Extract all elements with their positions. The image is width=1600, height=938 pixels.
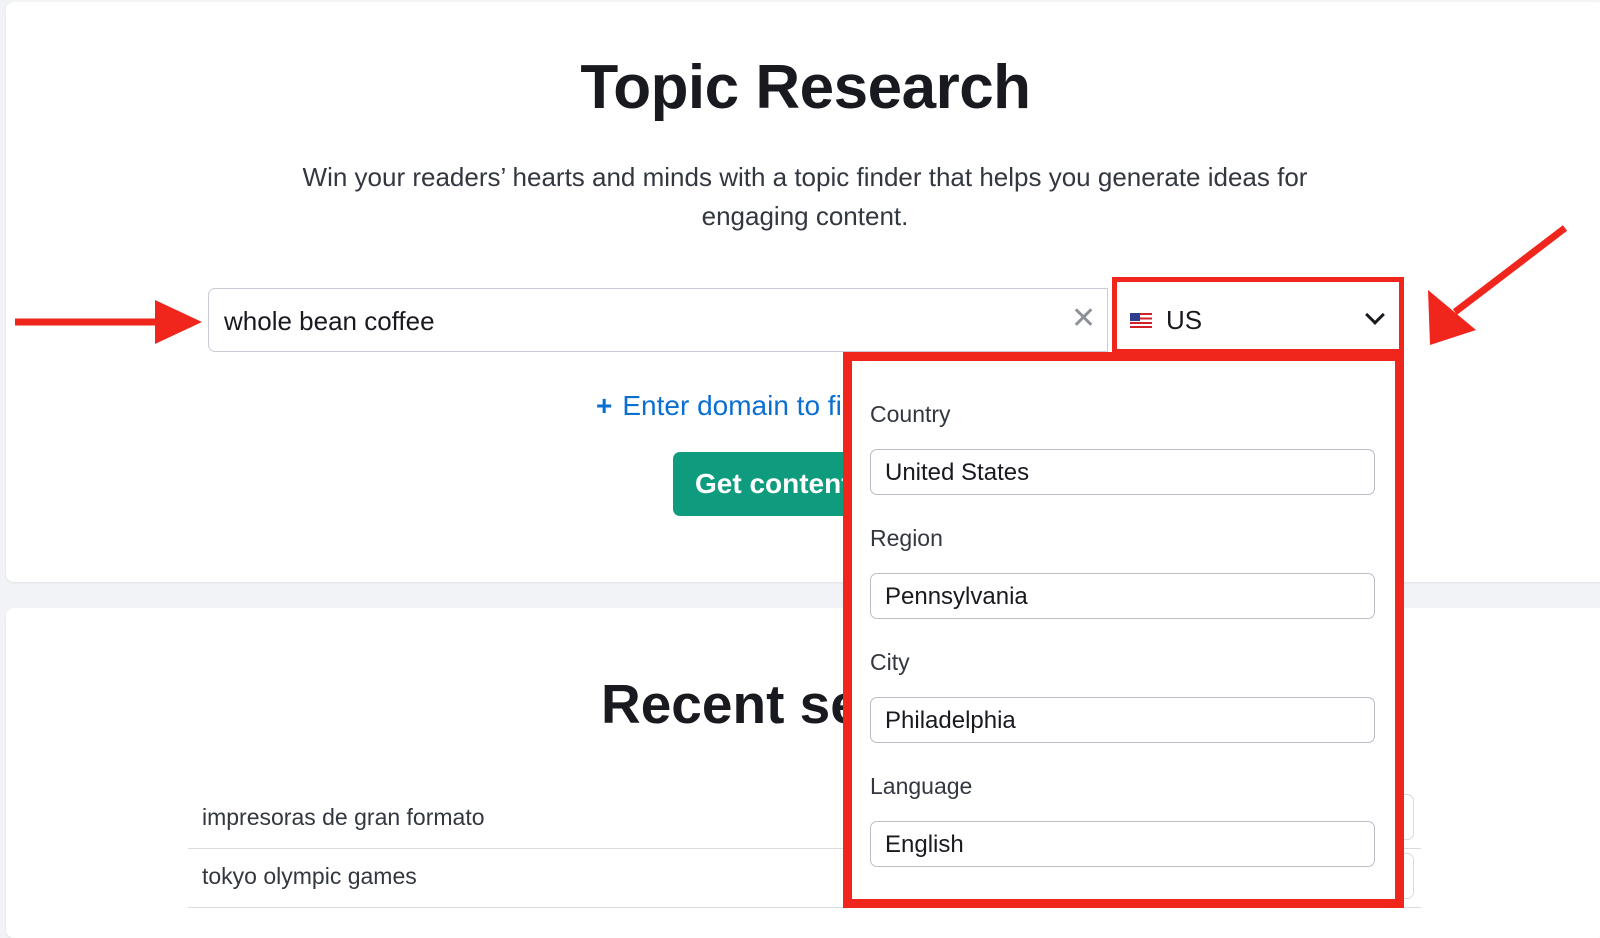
annotation-arrow-down-left <box>1428 225 1568 345</box>
